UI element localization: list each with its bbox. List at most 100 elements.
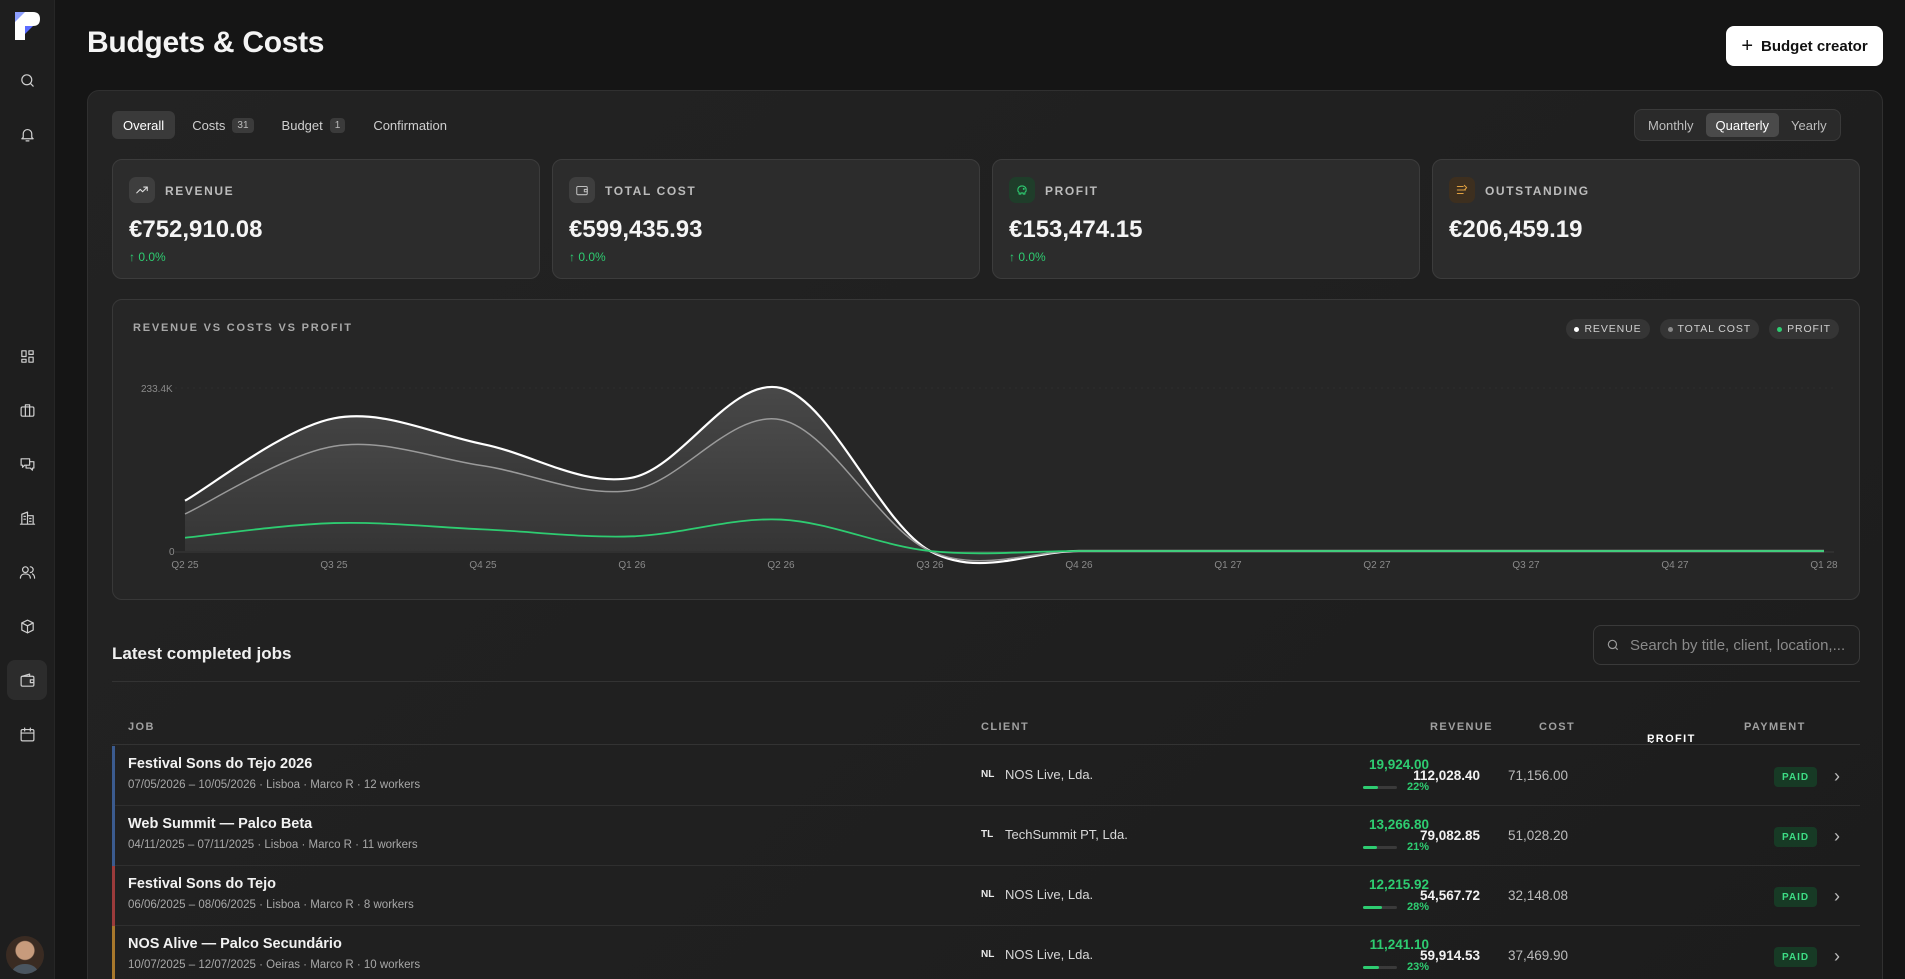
tab-label: Overall — [123, 117, 165, 133]
client-initials: TL — [981, 829, 994, 840]
row-accent — [112, 746, 115, 806]
x-tick-label: Q4 26 — [1065, 560, 1093, 571]
page-title: Budgets & Costs — [87, 26, 325, 59]
job-title: NOS Alive — Palco Secundário — [128, 936, 342, 952]
chevron-right-icon[interactable]: › — [1834, 826, 1840, 847]
job-meta: 06/06/2025 – 08/06/2025 · Lisboa · Marco… — [128, 899, 414, 911]
status-badge: PAID — [1774, 827, 1818, 847]
col-client: CLIENT — [981, 721, 1030, 733]
building-icon[interactable] — [7, 498, 47, 538]
kpi-total-cost-card: TOTAL COST €599,435.93 ↑ 0.0% — [552, 159, 980, 279]
job-cost: 71,156.00 — [1507, 768, 1568, 783]
job-profit: 12,215.92 — [1368, 877, 1429, 892]
tab-budget[interactable]: Budget 1 — [271, 111, 357, 139]
calendar-icon[interactable] — [7, 714, 47, 754]
x-tick-label: Q2 25 — [171, 560, 199, 571]
profit-margin-bar — [1363, 786, 1397, 789]
job-meta: 07/05/2026 – 10/05/2026 · Lisboa · Marco… — [128, 779, 421, 791]
chart-plot: 233.4K 0 Q2 25 Q3 25 Q4 25 Q1 26 Q2 26 Q3 26 Q4 … — [141, 384, 1838, 571]
tab-label: Confirmation — [373, 117, 448, 133]
job-client: NL NOS Live, Lda. — [981, 767, 1093, 782]
search-icon — [1607, 639, 1619, 651]
col-job: JOB — [128, 721, 155, 733]
profit-margin: 28% — [1406, 901, 1429, 913]
row-accent — [112, 806, 115, 866]
job-meta: 10/07/2025 – 12/07/2025 · Oeiras · Marco… — [128, 959, 421, 971]
budget-creator-label: Budget creator — [1761, 37, 1868, 55]
table-row[interactable]: Festival Sons do Tejo 06/06/2025 – 08/06/… — [112, 866, 1860, 926]
kpi-label: PROFIT — [1045, 184, 1099, 198]
profit-margin-bar — [1363, 966, 1397, 969]
client-name: NOS Live, Lda. — [1005, 887, 1094, 902]
box-icon[interactable] — [7, 606, 47, 646]
kpi-value: €599,435.93 — [569, 216, 703, 243]
status-badge: PAID — [1774, 887, 1818, 907]
col-cost[interactable]: COST — [1539, 721, 1575, 733]
period-monthly[interactable]: Monthly — [1638, 113, 1704, 137]
table-row[interactable]: Festival Sons do Tejo 2026 07/05/2026 – 1… — [112, 746, 1860, 806]
profit-margin: 23% — [1406, 961, 1429, 973]
row-accent — [112, 926, 115, 979]
chevron-right-icon[interactable]: › — [1834, 886, 1840, 907]
table-header: JOB CLIENT REVENUE COST PROFIT ⌄ PAYMENT — [112, 709, 1860, 746]
table-row[interactable]: Web Summit — Palco Beta 04/11/2025 – 07/1… — [112, 806, 1860, 866]
avatar[interactable] — [6, 936, 44, 974]
dashboard-icon[interactable] — [7, 336, 47, 376]
kpi-revenue-card: REVENUE €752,910.08 ↑ 0.0% — [112, 159, 540, 279]
profit-margin-bar — [1363, 906, 1397, 909]
status-badge: PAID — [1774, 767, 1818, 787]
chevron-right-icon[interactable]: › — [1834, 766, 1840, 787]
tab-count-badge: 1 — [329, 117, 346, 133]
wallet-icon[interactable] — [7, 660, 47, 700]
kpi-label: REVENUE — [165, 184, 235, 198]
x-tick-label: Q1 28 — [1810, 560, 1838, 571]
client-initials: NL — [981, 949, 995, 960]
briefcase-icon[interactable] — [7, 390, 47, 430]
job-cost: 37,469.90 — [1507, 948, 1568, 963]
client-initials: NL — [981, 889, 995, 900]
main-panel: Overall Costs 31 Budget 1 Confirmation M… — [87, 90, 1883, 979]
tab-label: Budget — [281, 117, 323, 133]
x-tick-label: Q3 27 — [1512, 560, 1540, 571]
x-tick-label: Q3 26 — [916, 560, 944, 571]
client-name: NOS Live, Lda. — [1005, 947, 1094, 962]
client-name: TechSummit PT, Lda. — [1005, 827, 1128, 842]
col-revenue[interactable]: REVENUE — [1430, 721, 1493, 733]
status-badge: PAID — [1774, 947, 1818, 967]
tab-label: Costs — [192, 117, 226, 133]
x-tick-label: Q3 25 — [320, 560, 348, 571]
job-profit: 19,924.00 — [1368, 757, 1429, 772]
table-row[interactable]: NOS Alive — Palco Secundário 10/07/2025 –… — [112, 926, 1860, 979]
tab-costs[interactable]: Costs 31 — [181, 111, 264, 139]
tab-confirmation[interactable]: Confirmation — [362, 111, 458, 139]
profit-margin: 22% — [1406, 781, 1429, 793]
profit-margin: 21% — [1406, 841, 1429, 853]
x-tick-label: Q2 26 — [767, 560, 795, 571]
kpi-value: €752,910.08 — [129, 216, 263, 243]
job-profit: 13,266.80 — [1368, 817, 1429, 832]
hourglass-icon — [1449, 177, 1475, 203]
period-toggle: Monthly Quarterly Yearly — [1634, 109, 1841, 141]
search-input[interactable] — [1630, 636, 1850, 654]
users-icon[interactable] — [7, 552, 47, 592]
messages-icon[interactable] — [7, 444, 47, 484]
search-icon[interactable] — [7, 60, 47, 100]
period-quarterly[interactable]: Quarterly — [1705, 113, 1779, 137]
job-client: NL NOS Live, Lda. — [981, 947, 1093, 962]
profit-margin-bar — [1363, 846, 1397, 849]
job-title: Web Summit — Palco Beta — [128, 816, 313, 832]
chevron-right-icon[interactable]: › — [1834, 946, 1840, 967]
kpi-value: €206,459.19 — [1449, 216, 1583, 243]
y-tick-label: 233.4K — [141, 384, 173, 395]
kpi-change: ↑ 0.0% — [129, 250, 166, 264]
tab-overall[interactable]: Overall — [112, 111, 176, 139]
logo-icon[interactable] — [11, 8, 43, 44]
tab-count-badge: 31 — [232, 117, 254, 133]
kpi-outstanding-card: OUTSTANDING €206,459.19 — [1432, 159, 1860, 279]
period-yearly[interactable]: Yearly — [1781, 113, 1837, 137]
bell-icon[interactable] — [7, 114, 47, 154]
x-tick-label: Q1 27 — [1214, 560, 1242, 571]
revenue-chart-card: REVENUE VS COSTS VS PROFIT REVENUE TOTAL… — [112, 299, 1860, 600]
client-initials: NL — [981, 769, 995, 780]
budget-creator-button[interactable]: + Budget creator — [1726, 26, 1883, 66]
